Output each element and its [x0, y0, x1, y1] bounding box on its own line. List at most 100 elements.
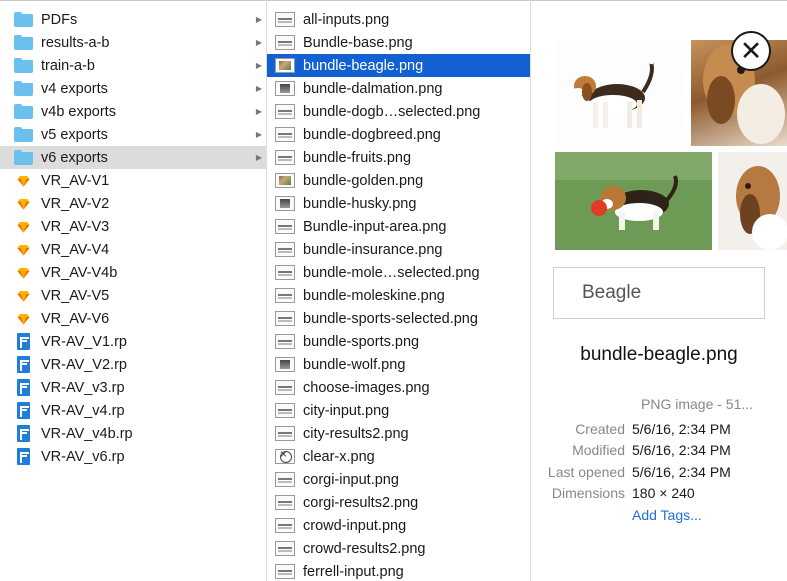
chevron-right-icon: ▶: [255, 84, 262, 93]
info-row-modified: Modified 5/6/16, 2:34 PM: [531, 440, 787, 462]
list-item[interactable]: v4 exports ▶: [0, 77, 266, 100]
list-item[interactable]: train-a-b ▶: [0, 54, 266, 77]
list-item[interactable]: PDFs ▶: [0, 8, 266, 31]
image-thumbnail-icon: [275, 219, 295, 234]
list-item[interactable]: corgi-input.png: [267, 468, 530, 491]
item-name: bundle-dogbreed.png: [303, 126, 441, 143]
image-thumbnail-icon: [275, 173, 295, 188]
folder-icon: [14, 104, 33, 119]
list-item[interactable]: choose-images.png: [267, 376, 530, 399]
list-item[interactable]: VR_AV-V6: [0, 307, 266, 330]
list-item[interactable]: VR_AV-V5: [0, 284, 266, 307]
image-thumbnail-icon: [275, 403, 295, 418]
list-item[interactable]: all-inputs.png: [267, 8, 530, 31]
list-item[interactable]: ferrell-input.png: [267, 560, 530, 581]
chevron-right-icon: ▶: [255, 107, 262, 116]
list-item[interactable]: bundle-sports-selected.png: [267, 307, 530, 330]
info-label: Modified: [572, 442, 625, 459]
list-item[interactable]: VR-AV_V1.rp: [0, 330, 266, 353]
item-name: v4b exports: [41, 103, 116, 120]
list-item[interactable]: Bundle-base.png: [267, 31, 530, 54]
list-item[interactable]: bundle-dalmation.png: [267, 77, 530, 100]
image-thumbnail-icon: [275, 426, 295, 441]
list-item[interactable]: VR-AV_V2.rp: [0, 353, 266, 376]
item-name: VR-AV_v3.rp: [41, 379, 125, 396]
list-item[interactable]: bundle-dogbreed.png: [267, 123, 530, 146]
list-item[interactable]: bundle-husky.png: [267, 192, 530, 215]
rp-file-icon: [17, 379, 30, 396]
list-item[interactable]: bundle-moleskine.png: [267, 284, 530, 307]
beagle-puppy-photo: [555, 152, 712, 250]
search-text-field[interactable]: Beagle: [553, 267, 765, 319]
list-item[interactable]: VR-AV_v4b.rp: [0, 422, 266, 445]
image-thumbnail-icon: [275, 518, 295, 533]
list-item[interactable]: bundle-insurance.png: [267, 238, 530, 261]
finder-column-2[interactable]: all-inputs.png Bundle-base.png bundle-be…: [267, 8, 530, 581]
list-item[interactable]: bundle-wolf.png: [267, 353, 530, 376]
item-name: VR-AV_v6.rp: [41, 448, 125, 465]
list-item[interactable]: VR-AV_v4.rp: [0, 399, 266, 422]
list-item[interactable]: VR_AV-V4b: [0, 261, 266, 284]
info-value: 180 × 240: [632, 485, 695, 502]
item-name: VR_AV-V2: [41, 195, 110, 212]
list-item[interactable]: results-a-b ▶: [0, 31, 266, 54]
item-name: v6 exports: [41, 149, 108, 166]
folder-icon: [14, 35, 33, 50]
item-name: crowd-input.png: [303, 517, 407, 534]
sketch-file-icon: [15, 265, 31, 281]
list-item[interactable]: VR_AV-V3: [0, 215, 266, 238]
image-thumbnail-icon: [275, 196, 295, 211]
item-name: train-a-b: [41, 57, 95, 74]
item-name: bundle-insurance.png: [303, 241, 443, 258]
info-row-tags: Add Tags...: [531, 504, 787, 526]
list-item-selected[interactable]: v6 exports ▶: [0, 146, 266, 169]
clear-x-button[interactable]: ✕: [731, 31, 771, 71]
list-item[interactable]: crowd-input.png: [267, 514, 530, 537]
list-item[interactable]: VR_AV-V4: [0, 238, 266, 261]
item-name: VR_AV-V6: [41, 310, 110, 327]
search-text: Beagle: [582, 282, 642, 303]
list-item[interactable]: v5 exports ▶: [0, 123, 266, 146]
item-name: v4 exports: [41, 80, 108, 97]
list-item[interactable]: clear-x.png: [267, 445, 530, 468]
list-item[interactable]: VR_AV-V1: [0, 169, 266, 192]
item-name: bundle-sports.png: [303, 333, 420, 350]
info-value: 5/6/16, 2:34 PM: [632, 442, 731, 459]
list-item[interactable]: VR-AV_v6.rp: [0, 445, 266, 468]
info-label: Dimensions: [551, 485, 625, 502]
add-tags-link[interactable]: Add Tags...: [632, 507, 702, 523]
info-row-last-opened: Last opened 5/6/16, 2:34 PM: [531, 461, 787, 483]
list-item[interactable]: city-input.png: [267, 399, 530, 422]
list-item[interactable]: VR-AV_v3.rp: [0, 376, 266, 399]
folder-icon: [14, 58, 33, 73]
finder-column-1[interactable]: PDFs ▶ results-a-b ▶ train-a-b ▶ v4 exports…: [0, 8, 266, 581]
sketch-file-icon: [15, 219, 31, 235]
item-name: ferrell-input.png: [303, 563, 404, 580]
item-name: bundle-mole…selected.png: [303, 264, 480, 281]
image-thumbnail-icon: [275, 564, 295, 579]
image-thumbnail-icon: [275, 357, 295, 372]
item-name: bundle-dogb…selected.png: [303, 103, 481, 120]
list-item[interactable]: Bundle-input-area.png: [267, 215, 530, 238]
list-item[interactable]: bundle-sports.png: [267, 330, 530, 353]
info-label: Created: [575, 420, 625, 437]
image-thumbnail-icon: [275, 242, 295, 257]
list-item[interactable]: v4b exports ▶: [0, 100, 266, 123]
sketch-file-icon: [15, 173, 31, 189]
item-name: clear-x.png: [303, 448, 375, 465]
list-item[interactable]: crowd-results2.png: [267, 537, 530, 560]
info-value: 5/6/16, 2:34 PM: [632, 420, 731, 437]
item-name: choose-images.png: [303, 379, 430, 396]
info-row-created: Created 5/6/16, 2:34 PM: [531, 418, 787, 440]
item-name: VR_AV-V1: [41, 172, 110, 189]
list-item[interactable]: bundle-fruits.png: [267, 146, 530, 169]
list-item-selected[interactable]: bundle-beagle.png: [267, 54, 530, 77]
list-item[interactable]: bundle-golden.png: [267, 169, 530, 192]
list-item[interactable]: corgi-results2.png: [267, 491, 530, 514]
list-item[interactable]: VR_AV-V2: [0, 192, 266, 215]
item-name: VR_AV-V4: [41, 241, 110, 258]
list-item[interactable]: bundle-dogb…selected.png: [267, 100, 530, 123]
item-name: results-a-b: [41, 34, 110, 51]
list-item[interactable]: bundle-mole…selected.png: [267, 261, 530, 284]
list-item[interactable]: city-results2.png: [267, 422, 530, 445]
